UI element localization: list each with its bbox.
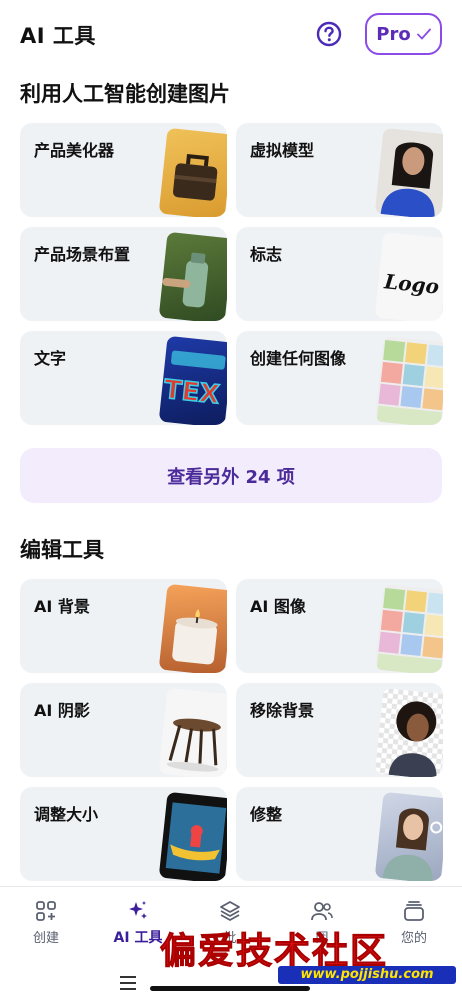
tool-card-ai-shadow[interactable]: AI 阴影 bbox=[20, 683, 227, 777]
tool-label: 虚拟模型 bbox=[250, 141, 315, 160]
tool-label: AI 图像 bbox=[250, 597, 306, 616]
nav-label: 您的 bbox=[400, 931, 427, 946]
tool-label: 调整大小 bbox=[34, 805, 99, 824]
text-art-sample: TEX bbox=[158, 335, 227, 425]
nav-label: 批 bbox=[223, 931, 237, 946]
help-icon[interactable] bbox=[316, 21, 342, 47]
page-title: AI 工具 bbox=[20, 24, 96, 48]
retouch-portrait bbox=[374, 791, 443, 881]
tool-label: AI 阴影 bbox=[34, 701, 90, 720]
nav-label: 创建 bbox=[32, 931, 59, 946]
logo-sample: Logo bbox=[374, 231, 443, 321]
layers-icon bbox=[220, 901, 240, 921]
image-collage bbox=[374, 335, 443, 425]
tool-label: 标志 bbox=[250, 245, 283, 264]
nav-item-batch[interactable]: 批 bbox=[184, 899, 276, 946]
see-more-button[interactable]: 查看另外 24 项 bbox=[20, 448, 442, 503]
cutout-portrait bbox=[374, 687, 443, 777]
people-icon bbox=[311, 902, 333, 921]
nav-item-team[interactable]: 团 bbox=[276, 899, 368, 946]
nav-item-yours[interactable]: 您的 bbox=[368, 899, 460, 946]
text-art-text: TEX bbox=[162, 375, 220, 411]
tool-label: 文字 bbox=[34, 349, 67, 368]
sparkles-icon bbox=[129, 901, 147, 919]
logo-sample-text: Logo bbox=[382, 269, 440, 299]
create-section-title: 利用人工智能创建图片 bbox=[20, 82, 230, 106]
image-collage bbox=[374, 583, 443, 673]
pro-button[interactable]: Pro bbox=[365, 13, 442, 55]
tool-label: 创建任何图像 bbox=[250, 349, 347, 368]
tool-card-retouch[interactable]: 修整 bbox=[236, 787, 443, 881]
tool-card-product-beautifier[interactable]: 产品美化器 bbox=[20, 123, 227, 217]
woman-portrait-photo bbox=[374, 127, 443, 217]
tool-card-remove-background[interactable]: 移除背景 bbox=[236, 683, 443, 777]
folder-stack-icon bbox=[404, 901, 424, 921]
tool-card-logo[interactable]: 标志 Logo bbox=[236, 227, 443, 321]
tool-label: AI 背景 bbox=[34, 597, 90, 616]
nav-label: 团 bbox=[315, 931, 329, 946]
menu-icon[interactable] bbox=[118, 974, 138, 992]
nav-label: AI 工具 bbox=[113, 930, 163, 946]
edit-section-title: 编辑工具 bbox=[20, 538, 104, 562]
nav-item-ai-tools[interactable]: AI 工具 bbox=[92, 899, 184, 947]
top-bar: AI 工具 Pro bbox=[0, 0, 462, 70]
system-navigation-bar bbox=[0, 968, 462, 1000]
stool-photo bbox=[158, 687, 227, 777]
kayak-photo bbox=[158, 791, 227, 881]
candle-photo bbox=[158, 583, 227, 673]
tool-label: 产品美化器 bbox=[34, 141, 115, 160]
tool-card-resize[interactable]: 调整大小 bbox=[20, 787, 227, 881]
grid-plus-icon bbox=[36, 901, 56, 921]
tool-card-text[interactable]: 文字 TEX bbox=[20, 331, 227, 425]
tool-card-product-scene[interactable]: 产品场景布置 bbox=[20, 227, 227, 321]
home-indicator[interactable] bbox=[150, 986, 310, 991]
leather-bag-photo bbox=[158, 127, 227, 217]
tool-label: 产品场景布置 bbox=[34, 245, 131, 264]
tool-label: 移除背景 bbox=[250, 701, 315, 720]
tool-card-virtual-model[interactable]: 虚拟模型 bbox=[236, 123, 443, 217]
tool-label: 修整 bbox=[250, 805, 283, 824]
pro-label: Pro bbox=[376, 23, 411, 45]
tool-card-create-any-image[interactable]: 创建任何图像 bbox=[236, 331, 443, 425]
tool-card-ai-image[interactable]: AI 图像 bbox=[236, 579, 443, 673]
nav-item-create[interactable]: 创建 bbox=[0, 899, 92, 946]
check-icon bbox=[416, 28, 431, 40]
tool-card-ai-background[interactable]: AI 背景 bbox=[20, 579, 227, 673]
water-bottle-photo bbox=[158, 231, 227, 321]
